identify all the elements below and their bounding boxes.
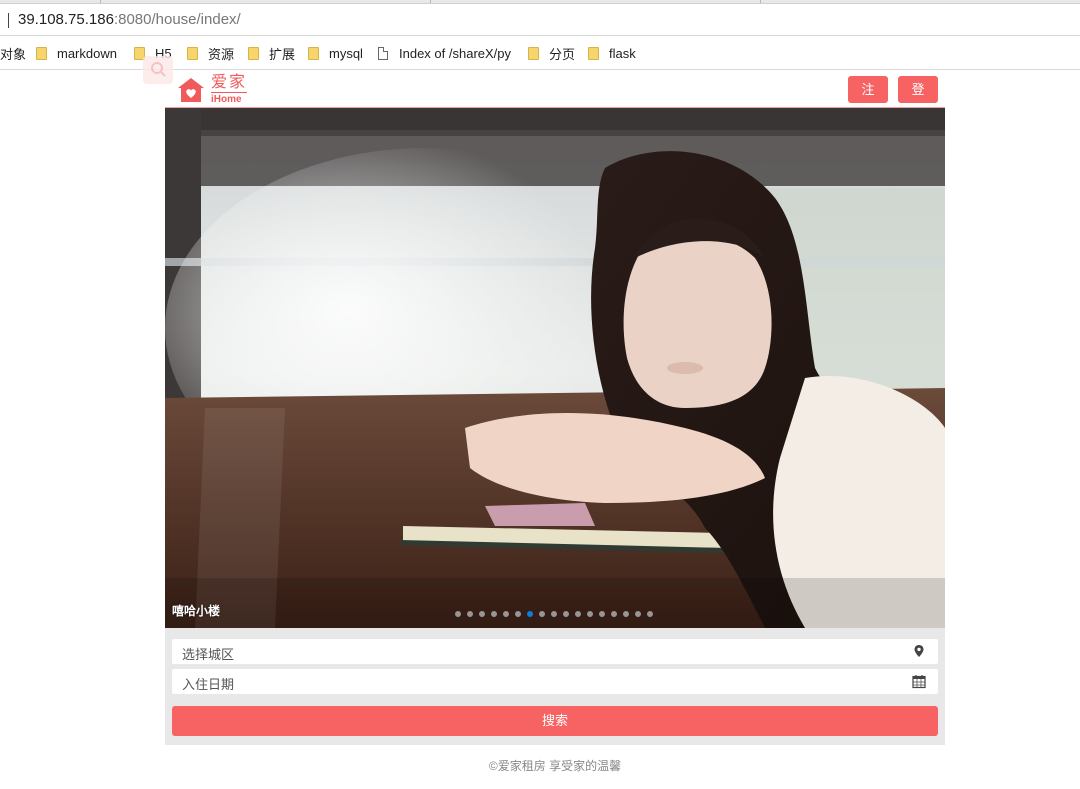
folder-icon — [248, 46, 259, 60]
bookmark-label: markdown — [57, 45, 117, 61]
calendar-icon — [912, 675, 926, 689]
login-button[interactable]: 登录 — [898, 76, 938, 124]
url-host: 39.108.75.186 — [18, 11, 114, 28]
carousel-dot[interactable] — [647, 611, 653, 617]
search-panel: 选择城区 入住日期 搜索 — [165, 628, 945, 745]
tab-edge — [430, 0, 431, 3]
bookmark-item[interactable]: flask — [588, 44, 636, 62]
bookmark-item[interactable]: mysql — [308, 44, 363, 62]
search-overlay-icon — [143, 56, 173, 84]
carousel-dot[interactable] — [563, 611, 569, 617]
carousel-dot[interactable] — [503, 611, 509, 617]
image-carousel[interactable]: 嘻哈小楼 — [165, 108, 945, 628]
folder-icon — [187, 46, 198, 60]
date-placeholder: 入住日期 — [182, 677, 235, 692]
url-text[interactable]: 39.108.75.186:8080/house/index/ — [18, 11, 241, 29]
bookmark-label: Index of /shareX/py — [399, 45, 512, 61]
folder-icon — [528, 46, 539, 60]
logo-chinese: 爱家 — [211, 74, 248, 91]
carousel-dot[interactable] — [479, 611, 485, 617]
magnifier-icon — [151, 62, 166, 77]
bookmark-item[interactable]: Index of /shareX/py — [378, 44, 511, 62]
carousel-dot[interactable] — [611, 611, 617, 617]
footer-text: ©爱家租房 享受家的温馨 — [488, 759, 622, 773]
bookmark-item[interactable]: 分页 — [528, 44, 575, 62]
carousel-dot[interactable] — [467, 611, 473, 617]
logo-english: iHome — [211, 92, 248, 106]
bookmark-item[interactable]: 资源 — [187, 44, 234, 62]
site-logo[interactable]: 爱家 iHome — [176, 74, 248, 106]
carousel-dot[interactable] — [635, 611, 641, 617]
page-icon — [378, 46, 388, 60]
carousel-indicators — [455, 611, 659, 617]
carousel-dot[interactable] — [551, 611, 557, 617]
carousel-dot[interactable] — [539, 611, 545, 617]
carousel-caption: 嘻哈小楼 — [172, 604, 221, 618]
tab-edge — [760, 0, 761, 3]
bookmark-label: mysql — [329, 45, 363, 61]
area-select[interactable]: 选择城区 — [172, 639, 938, 664]
bookmark-item[interactable]: 扩展 — [248, 44, 295, 62]
site-header: 爱家 iHome 注册 登录 — [143, 56, 945, 124]
search-button[interactable]: 搜索 — [172, 706, 938, 736]
house-heart-icon — [176, 74, 206, 104]
carousel-dot[interactable] — [587, 611, 593, 617]
carousel-dot[interactable] — [515, 611, 521, 617]
tab-edge — [100, 0, 101, 3]
carousel-dot[interactable] — [491, 611, 497, 617]
map-marker-icon — [914, 645, 924, 657]
carousel-dot[interactable] — [623, 611, 629, 617]
bookmark-label: 对象 — [0, 46, 27, 62]
address-bar[interactable]: 39.108.75.186:8080/house/index/ — [0, 4, 1080, 36]
carousel-slide-image — [165, 108, 945, 628]
bookmark-label: 资源 — [208, 46, 235, 62]
url-path: :8080/house/index/ — [113, 11, 241, 28]
bookmark-item[interactable]: 对象 — [0, 44, 26, 62]
bookmark-label: 分页 — [549, 46, 576, 62]
carousel-dot[interactable] — [455, 611, 461, 617]
carousel-dot[interactable] — [575, 611, 581, 617]
register-button[interactable]: 注册 — [848, 76, 888, 124]
folder-icon — [308, 46, 319, 60]
area-placeholder: 选择城区 — [182, 647, 235, 662]
text-caret — [8, 13, 9, 28]
folder-icon — [36, 46, 47, 60]
bookmark-item[interactable]: markdown — [36, 44, 117, 62]
carousel-dot[interactable] — [599, 611, 605, 617]
bookmark-label: flask — [609, 45, 636, 61]
logo-text: 爱家 iHome — [211, 74, 248, 106]
page-container: 爱家 iHome 注册 登录 — [143, 56, 945, 789]
bookmark-label: 扩展 — [269, 46, 296, 62]
folder-icon — [588, 46, 599, 60]
checkin-date-input[interactable]: 入住日期 — [172, 669, 938, 694]
carousel-dot[interactable] — [527, 611, 533, 617]
